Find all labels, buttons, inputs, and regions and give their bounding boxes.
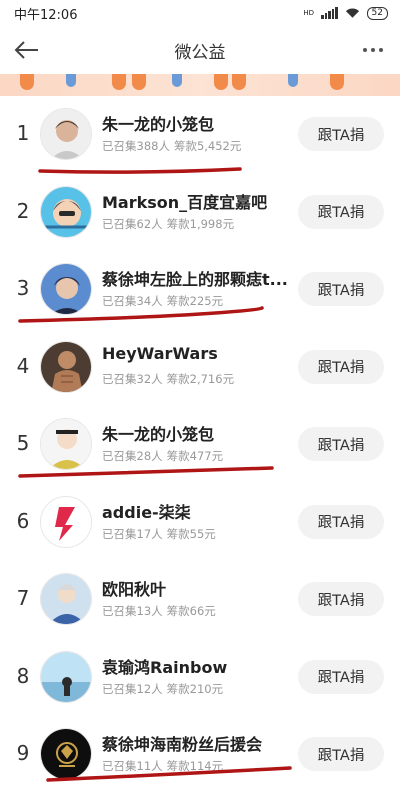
rank-number: 8 bbox=[16, 663, 30, 688]
avatar[interactable] bbox=[40, 108, 92, 160]
avatar[interactable] bbox=[40, 263, 92, 315]
rank-number: 9 bbox=[16, 741, 30, 765]
follow-donate-button[interactable]: 跟TA捐 bbox=[298, 117, 384, 151]
status-time: 中午12:06 bbox=[14, 7, 78, 23]
donor-stats: 已召集28人 筹款477元 bbox=[102, 448, 223, 464]
rank-number: 4 bbox=[16, 353, 30, 378]
amount-raised: 筹款2,716元 bbox=[166, 371, 235, 386]
donor-stats: 已召集62人 筹款1,998元 bbox=[102, 216, 234, 232]
back-button[interactable] bbox=[12, 37, 40, 63]
avatar[interactable] bbox=[40, 573, 92, 625]
donor-stats: 已召集388人 筹款5,452元 bbox=[102, 138, 241, 154]
list-item: 3 蔡徐坤左脸上的那颗痣t... 已召集34人 筹款225元 跟TA捐 bbox=[0, 251, 400, 329]
rank-number: 1 bbox=[16, 121, 30, 145]
donor-stats: 已召集34人 筹款225元 bbox=[102, 293, 223, 309]
donor-stats: 已召集32人 筹款2,716元 bbox=[102, 371, 234, 387]
list-item: 6 addie-柒柒 已召集17人 筹款55元 跟TA捐 bbox=[0, 484, 400, 562]
more-options-button[interactable] bbox=[360, 38, 386, 62]
network-type: HD bbox=[303, 8, 315, 17]
people-count: 已召集34人 bbox=[102, 294, 163, 308]
list-item: 9 蔡徐坤海南粉丝后援会 已召集11人 筹款114元 跟TA捐 bbox=[0, 716, 400, 794]
people-count: 已召集17人 bbox=[102, 526, 163, 541]
dot-icon bbox=[371, 48, 375, 52]
list-item: 8 袁瑜鸿Rainbow 已召集12人 筹款210元 跟TA捐 bbox=[0, 639, 400, 717]
amount-raised: 筹款5,452元 bbox=[173, 139, 242, 153]
follow-donate-button[interactable]: 跟TA捐 bbox=[298, 427, 384, 461]
follow-donate-button[interactable]: 跟TA捐 bbox=[298, 582, 384, 616]
avatar[interactable] bbox=[40, 418, 92, 470]
status-icons: HD 52 bbox=[303, 6, 388, 20]
donor-list: 1 朱一龙的小笼包 已召集388人 筹款5,452元 跟TA捐 2 Markson… bbox=[0, 96, 400, 794]
rank-number: 2 bbox=[16, 198, 30, 223]
people-count: 已召集12人 bbox=[102, 681, 163, 696]
people-count: 已召集13人 bbox=[102, 604, 163, 618]
donor-name[interactable]: Markson_百度宜嘉吧 bbox=[102, 189, 294, 213]
wifi-icon bbox=[345, 8, 359, 18]
follow-donate-button[interactable]: 跟TA捐 bbox=[298, 349, 384, 384]
list-item: 7 欧阳秋叶 已召集13人 筹款66元 跟TA捐 bbox=[0, 561, 400, 639]
rank-number: 7 bbox=[16, 586, 30, 610]
follow-donate-button[interactable]: 跟TA捐 bbox=[298, 737, 384, 771]
donor-stats: 已召集12人 筹款210元 bbox=[102, 681, 223, 697]
donor-name[interactable]: HeyWarWars bbox=[102, 344, 294, 363]
signal-icon bbox=[321, 7, 338, 19]
battery-icon: 52 bbox=[366, 6, 388, 20]
follow-donate-button[interactable]: 跟TA捐 bbox=[298, 504, 384, 539]
dot-icon bbox=[379, 48, 383, 52]
amount-raised: 筹款1,998元 bbox=[166, 216, 235, 231]
donor-name[interactable]: 欧阳秋叶 bbox=[102, 576, 294, 600]
amount-raised: 筹款114元 bbox=[166, 759, 224, 773]
donor-name[interactable]: 蔡徐坤海南粉丝后援会 bbox=[102, 731, 294, 755]
rank-number: 6 bbox=[16, 508, 30, 533]
avatar[interactable] bbox=[40, 650, 92, 703]
follow-donate-button[interactable]: 跟TA捐 bbox=[298, 272, 384, 306]
nav-bar: 微公益 bbox=[0, 26, 400, 74]
amount-raised: 筹款225元 bbox=[166, 294, 224, 308]
status-bar: 中午12:06 HD 52 bbox=[0, 0, 400, 26]
page-title: 微公益 bbox=[174, 42, 226, 63]
follow-donate-button[interactable]: 跟TA捐 bbox=[298, 659, 384, 694]
donor-name[interactable]: 朱一龙的小笼包 bbox=[102, 421, 294, 445]
people-count: 已召集11人 bbox=[102, 759, 163, 773]
donor-stats: 已召集17人 筹款55元 bbox=[102, 526, 216, 542]
donor-name[interactable]: addie-柒柒 bbox=[102, 499, 294, 523]
donor-name[interactable]: 袁瑜鸿Rainbow bbox=[102, 654, 294, 678]
dot-icon bbox=[363, 48, 367, 52]
people-count: 已召集388人 bbox=[102, 139, 170, 153]
donor-name[interactable]: 朱一龙的小笼包 bbox=[102, 111, 294, 135]
avatar[interactable] bbox=[40, 340, 92, 393]
list-item: 4 HeyWarWars 已召集32人 筹款2,716元 跟TA捐 bbox=[0, 329, 400, 407]
back-arrow-icon bbox=[14, 41, 38, 59]
amount-raised: 筹款210元 bbox=[166, 681, 224, 696]
people-count: 已召集28人 bbox=[102, 449, 163, 463]
donor-stats: 已召集13人 筹款66元 bbox=[102, 603, 216, 619]
amount-raised: 筹款66元 bbox=[166, 604, 216, 618]
rank-number: 5 bbox=[16, 431, 30, 455]
people-count: 已召集32人 bbox=[102, 371, 163, 386]
follow-donate-button[interactable]: 跟TA捐 bbox=[298, 194, 384, 229]
donor-name[interactable]: 蔡徐坤左脸上的那颗痣t... bbox=[102, 266, 294, 290]
avatar[interactable] bbox=[40, 728, 92, 780]
amount-raised: 筹款477元 bbox=[166, 449, 224, 463]
amount-raised: 筹款55元 bbox=[166, 526, 216, 541]
people-count: 已召集62人 bbox=[102, 216, 163, 231]
avatar[interactable] bbox=[40, 185, 92, 238]
list-item: 5 朱一龙的小笼包 已召集28人 筹款477元 跟TA捐 bbox=[0, 406, 400, 484]
avatar[interactable] bbox=[40, 495, 92, 548]
banner-image bbox=[0, 74, 400, 96]
rank-number: 3 bbox=[16, 276, 30, 300]
list-item: 1 朱一龙的小笼包 已召集388人 筹款5,452元 跟TA捐 bbox=[0, 96, 400, 174]
donor-stats: 已召集11人 筹款114元 bbox=[102, 758, 223, 774]
list-item: 2 Markson_百度宜嘉吧 已召集62人 筹款1,998元 跟TA捐 bbox=[0, 174, 400, 252]
